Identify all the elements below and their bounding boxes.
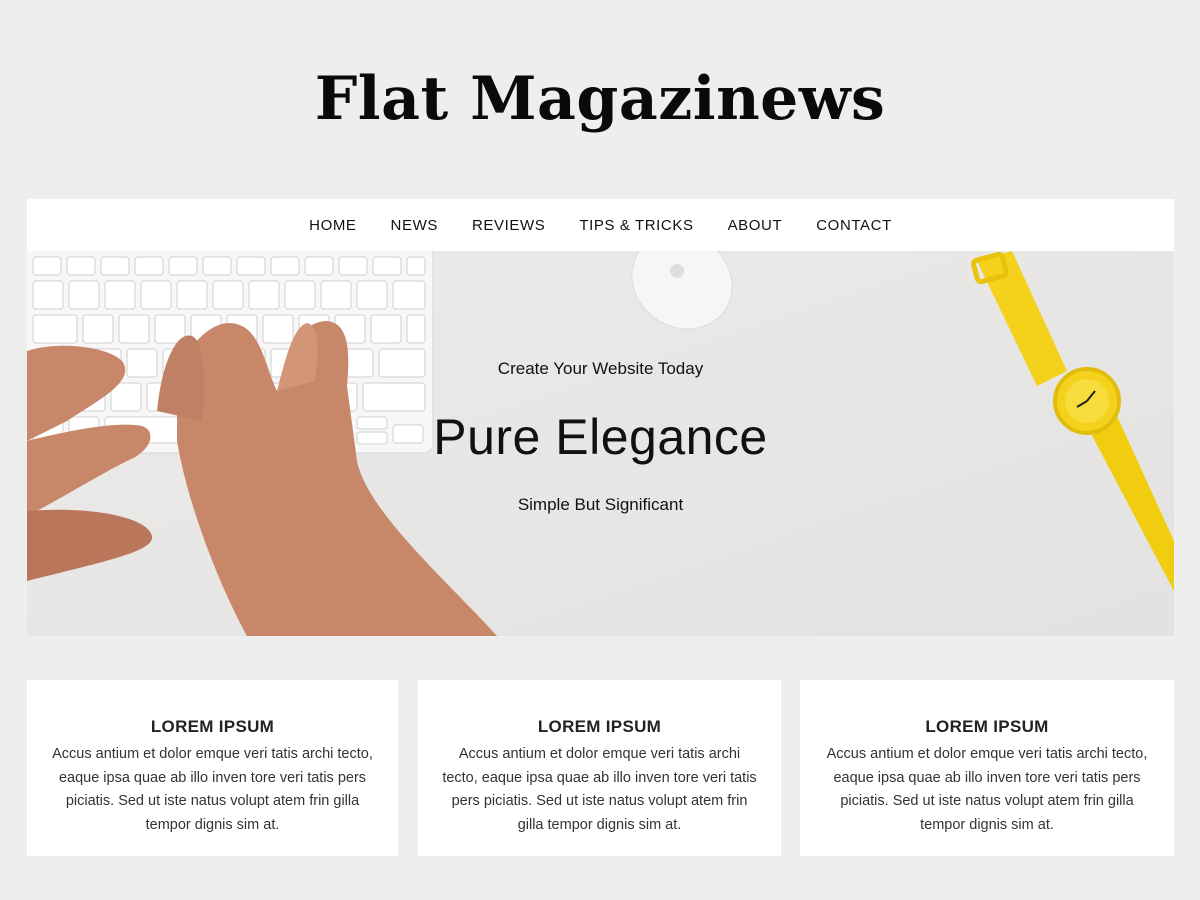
main-nav: HOME NEWS REVIEWS TIPS & TRICKS ABOUT CO… (27, 199, 1174, 251)
feature-cards: LOREM IPSUM Accus antium et dolor emque … (27, 680, 1174, 856)
hero-banner: Create Your Website Today Pure Elegance … (27, 251, 1174, 636)
hero-subtitle: Simple But Significant (517, 495, 684, 514)
nav-item-about[interactable]: ABOUT (728, 217, 783, 234)
card-title: LOREM IPSUM (537, 717, 662, 736)
nav-item-home[interactable]: HOME (309, 217, 356, 234)
hero-title: Pure Elegance (433, 409, 768, 465)
hero-kicker: Create Your Website Today (497, 359, 704, 378)
card-title: LOREM IPSUM (150, 717, 275, 736)
card-text: Accus antium et dolor emque veri tatis a… (826, 746, 1148, 833)
card-title: LOREM IPSUM (925, 717, 1049, 736)
nav-item-news[interactable]: NEWS (391, 217, 438, 234)
site-title[interactable]: Flat Magazinews (0, 64, 1200, 134)
card-text: Accus antium et dolor emque veri tatis a… (52, 746, 373, 833)
nav-item-reviews[interactable]: REVIEWS (472, 217, 545, 234)
feature-card: LOREM IPSUM Accus antium et dolor emque … (800, 680, 1174, 856)
nav-item-tips-tricks[interactable]: TIPS & TRICKS (579, 217, 693, 234)
feature-card: LOREM IPSUM Accus antium et dolor emque … (418, 680, 781, 856)
card-text: Accus antium et dolor emque veri tatis a… (442, 746, 757, 833)
feature-card: LOREM IPSUM Accus antium et dolor emque … (27, 680, 398, 856)
nav-item-contact[interactable]: CONTACT (816, 217, 892, 234)
